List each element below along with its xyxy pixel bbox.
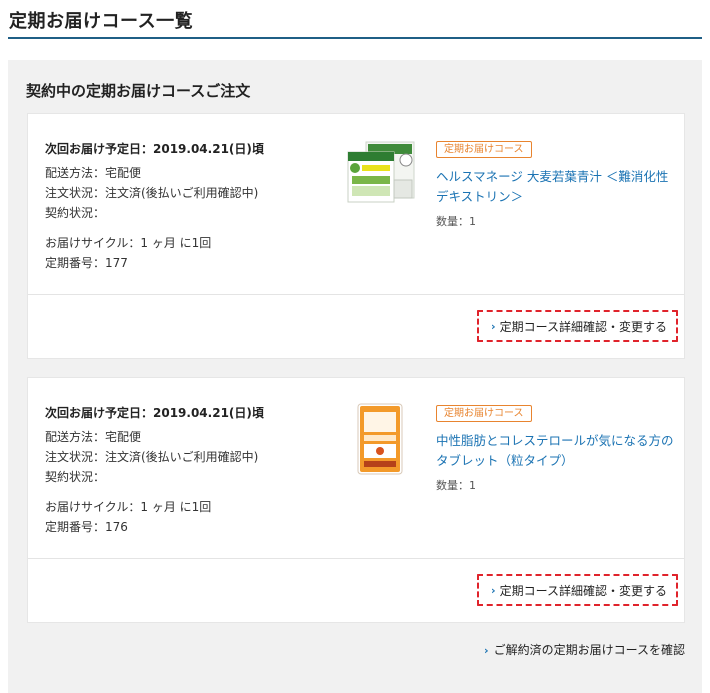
subscription-badge: 定期お届けコース — [436, 405, 532, 422]
shipping-method: 配送方法：宅配便 — [45, 430, 142, 444]
delivery-cycle: お届けサイクル：1 ヶ月 に1回 — [45, 236, 212, 250]
page-header: 定期お届けコース一覧 — [8, 0, 702, 39]
product-info: 定期お届けコース ヘルスマネージ 大麦若葉青汁 ＜難消化性デキストリン＞ 数量：… — [436, 137, 676, 229]
order-status: 注文状況：注文済(後払いご利用確認中) — [45, 450, 259, 464]
contract-status: 契約状況： — [45, 206, 106, 220]
subscription-info: 次回お届け予定日：2019.04.21(日)頃 配送方法：宅配便 注文状況：注文… — [45, 403, 335, 537]
section-title: 契約中の定期お届けコースご注文 — [26, 82, 251, 100]
subscription-badge: 定期お届けコース — [436, 141, 532, 158]
shipping-method: 配送方法：宅配便 — [45, 166, 142, 180]
course-detail-label: 定期コース詳細確認・変更する — [499, 319, 667, 334]
subscription-info: 次回お届け予定日：2019.04.21(日)頃 配送方法：宅配便 注文状況：注文… — [45, 139, 335, 273]
product-image-tablet[interactable] — [356, 402, 404, 476]
next-delivery-date: 次回お届け予定日：2019.04.21(日)頃 — [45, 406, 264, 420]
subscription-number: 定期番号：177 — [45, 256, 128, 270]
contract-status: 契約状況： — [45, 470, 106, 484]
quantity: 数量：1 — [436, 215, 476, 228]
card-divider — [28, 294, 684, 295]
product-name-link[interactable]: ヘルスマネージ 大麦若葉青汁 ＜難消化性デキストリン＞ — [436, 167, 676, 207]
product-name-link[interactable]: 中性脂肪とコレステロールが気になる方のタブレット（粒タイプ） — [436, 431, 676, 471]
product-image-aojiru[interactable] — [346, 138, 416, 208]
chevron-right-icon: › — [491, 319, 496, 333]
next-delivery-date: 次回お届け予定日：2019.04.21(日)頃 — [45, 142, 264, 156]
chevron-right-icon: › — [484, 644, 489, 657]
chevron-right-icon: › — [491, 583, 496, 597]
course-detail-button[interactable]: › 定期コース詳細確認・変更する — [477, 310, 678, 342]
course-detail-button[interactable]: › 定期コース詳細確認・変更する — [477, 574, 678, 606]
subscription-number: 定期番号：176 — [45, 520, 128, 534]
delivery-cycle: お届けサイクル：1 ヶ月 に1回 — [45, 500, 212, 514]
order-status: 注文状況：注文済(後払いご利用確認中) — [45, 186, 259, 200]
subscription-card: 次回お届け予定日：2019.04.21(日)頃 配送方法：宅配便 注文状況：注文… — [27, 377, 685, 623]
active-subscriptions-panel: 契約中の定期お届けコースご注文 次回お届け予定日：2019.04.21(日)頃 … — [8, 60, 702, 693]
page-title: 定期お届けコース一覧 — [9, 11, 194, 32]
subscription-card: 次回お届け予定日：2019.04.21(日)頃 配送方法：宅配便 注文状況：注文… — [27, 113, 685, 359]
cancelled-subscriptions-label: ご解約済の定期お届けコースを確認 — [493, 643, 685, 657]
card-divider — [28, 558, 684, 559]
cancelled-subscriptions-link[interactable]: › ご解約済の定期お届けコースを確認 — [484, 641, 685, 658]
product-info: 定期お届けコース 中性脂肪とコレステロールが気になる方のタブレット（粒タイプ） … — [436, 401, 676, 493]
course-detail-label: 定期コース詳細確認・変更する — [499, 583, 667, 598]
quantity: 数量：1 — [436, 479, 476, 492]
